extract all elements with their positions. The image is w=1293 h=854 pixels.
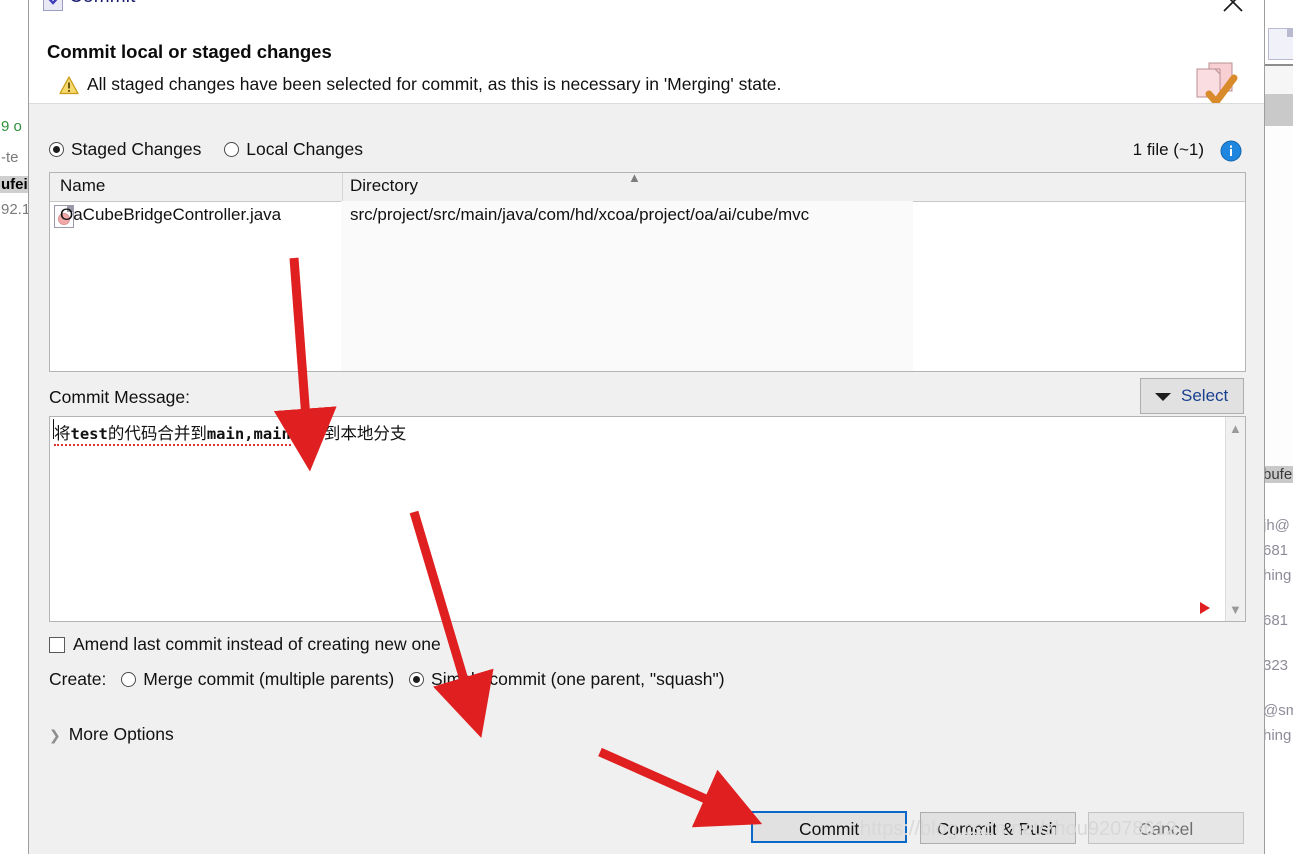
background-left-line: 92.1 (1, 201, 30, 218)
chevron-down-icon (1155, 393, 1171, 401)
radio-local-changes[interactable]: Local Changes (224, 139, 363, 160)
select-button-label: Select (1181, 386, 1229, 405)
file-count-label: 1 file (~1) (1132, 140, 1204, 159)
table-row[interactable]: OaCubeBridgeController.java src/project/… (50, 202, 1245, 232)
column-separator[interactable] (342, 173, 343, 201)
amend-checkbox[interactable]: Amend last commit instead of creating ne… (49, 634, 441, 655)
background-left-panel: 9 o -te ufei 92.1 (0, 0, 30, 854)
red-marker (1200, 602, 1210, 614)
file-list-table[interactable]: Name Directory ▲ OaCubeBridgeController.… (49, 170, 1246, 372)
background-right-line: 681 (1263, 612, 1289, 629)
radio-staged-changes-indicator (49, 142, 64, 157)
radio-merge-commit-label: Merge commit (multiple parents) (143, 669, 395, 689)
column-header-directory[interactable]: Directory (350, 176, 418, 196)
commit-and-push-button[interactable]: Commit & Push (919, 812, 1076, 844)
radio-local-changes-indicator (224, 142, 240, 157)
table-header-row: Name Directory ▲ (50, 170, 1245, 202)
background-strip (1262, 66, 1293, 94)
background-left-line-selected: ufei (0, 176, 30, 193)
radio-local-changes-label: Local Changes (246, 139, 364, 159)
commit-button[interactable]: Commit (751, 811, 908, 843)
create-label: Create: (49, 669, 107, 689)
background-right-line: hing (1263, 727, 1292, 744)
amend-checkbox-label: Amend last commit instead of creating ne… (73, 634, 441, 654)
close-icon[interactable] (1214, 0, 1254, 15)
background-left-line: -te (1, 149, 19, 166)
radio-staged-changes[interactable]: Staged Changes (49, 139, 201, 160)
scope-radio-group: Staged Changes Local Changes (49, 139, 381, 160)
more-options-label: More Options (68, 724, 174, 744)
cancel-button[interactable]: Cancel (1088, 812, 1244, 844)
header-title: Commit local or staged changes (47, 41, 332, 62)
background-strip (1262, 126, 1293, 466)
dialog-body: Staged Changes Local Changes 1 file (~1)… (29, 104, 1264, 854)
background-right-line: jh@ (1263, 517, 1290, 534)
radio-merge-commit-indicator (121, 672, 137, 687)
background-right-panel: bufe jh@ 681 hing 681 323 @sm hing (1262, 0, 1293, 854)
background-right-line: 323 (1263, 657, 1289, 674)
background-strip-selected (1262, 94, 1293, 126)
radio-simple-commit-indicator (409, 672, 425, 687)
commit-message-label: Commit Message: (49, 387, 191, 407)
amend-checkbox-indicator (49, 637, 65, 653)
dialog-header: Commit local or staged changes All stage… (29, 19, 1264, 106)
background-right-line-selected: bufe (1262, 466, 1293, 483)
radio-merge-commit[interactable]: Merge commit (multiple parents) (121, 669, 394, 690)
dialog-title: Commit (69, 0, 136, 8)
info-icon[interactable] (1220, 140, 1242, 162)
commit-message-scrollbar[interactable]: ▲ ▼ (1225, 417, 1245, 621)
table-rows: OaCubeBridgeController.java src/project/… (50, 202, 1245, 232)
radio-simple-commit[interactable]: Simple commit (one parent, "squash") (409, 669, 725, 690)
document-icon (1268, 28, 1293, 60)
chevron-up-icon[interactable]: ▲ (1229, 421, 1242, 436)
background-right-line: 681 (1263, 542, 1289, 559)
dialog-button-row: Commit Commit & Push Cancel (743, 811, 1244, 844)
file-name: OaCubeBridgeController.java (60, 205, 282, 224)
warning-icon (59, 76, 79, 95)
select-button[interactable]: Select (1140, 378, 1244, 414)
commit-arrow-icon (43, 0, 63, 11)
radio-simple-commit-label: Simple commit (one parent, "squash") (431, 669, 725, 689)
commit-files-check-icon (1192, 60, 1244, 106)
column-header-name[interactable]: Name (60, 176, 105, 196)
radio-staged-changes-label: Staged Changes (71, 139, 202, 159)
create-radio-group: Create: Merge commit (multiple parents) … (49, 669, 725, 690)
background-left-line: 9 o (1, 118, 22, 135)
chevron-down-icon[interactable]: ▼ (1229, 602, 1242, 617)
more-options-toggle[interactable]: ❯ More Options (49, 724, 174, 745)
background-strip (1262, 0, 1293, 22)
background-right-line: @sm (1263, 702, 1293, 719)
sort-ascending-icon: ▲ (628, 170, 641, 185)
chevron-right-icon: ❯ (49, 727, 61, 743)
file-directory: src/project/src/main/java/com/hd/xcoa/pr… (350, 205, 810, 224)
background-right-line: hing (1263, 567, 1292, 584)
commit-message-textarea[interactable]: 将test的代码合并到main,main提交到本地分支 ▲ ▼ (49, 416, 1246, 622)
commit-dialog: Commit Commit local or staged changes Al… (28, 0, 1265, 854)
dialog-titlebar: Commit (29, 0, 1264, 19)
commit-message-text: 将test的代码合并到main,main提交到本地分支 (54, 420, 406, 446)
header-message: All staged changes have been selected fo… (87, 74, 782, 94)
